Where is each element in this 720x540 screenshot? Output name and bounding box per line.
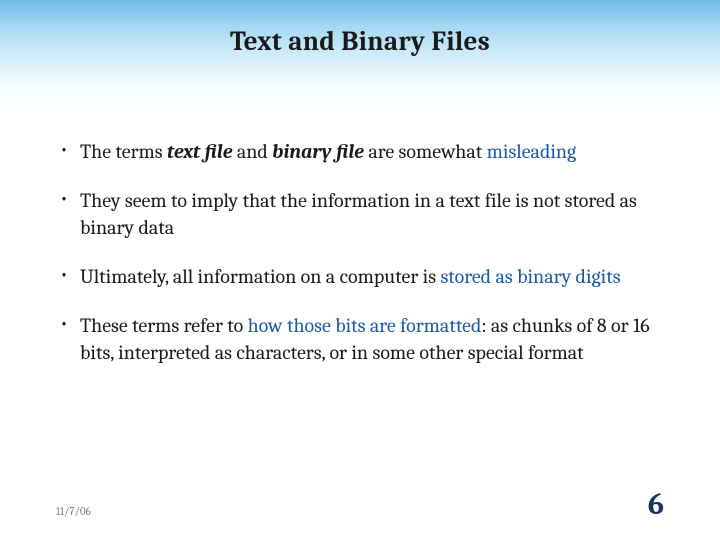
bullet-item: Ultimately, all information on a compute… bbox=[56, 263, 664, 290]
slide-content: The terms text file and binary file are … bbox=[0, 110, 720, 366]
footer-date: 11/7/06 bbox=[56, 505, 91, 518]
emphasis: binary file bbox=[272, 140, 364, 163]
text: and bbox=[232, 140, 272, 163]
bullet-item: The terms text file and binary file are … bbox=[56, 138, 664, 165]
text: These terms refer to bbox=[80, 314, 248, 337]
text: Ultimately, all information on a compute… bbox=[80, 265, 440, 288]
highlight: stored as binary digits bbox=[440, 265, 620, 288]
bullet-item: These terms refer to how those bits are … bbox=[56, 312, 664, 366]
text: They seem to imply that the information … bbox=[80, 189, 637, 239]
highlight: misleading bbox=[487, 140, 577, 163]
bullet-item: They seem to imply that the information … bbox=[56, 187, 664, 241]
highlight: how those bits are formatted bbox=[248, 314, 482, 337]
header-band: Text and Binary Files bbox=[0, 0, 720, 110]
bullet-list: The terms text file and binary file are … bbox=[56, 138, 664, 366]
page-number: 6 bbox=[648, 487, 664, 522]
emphasis: text file bbox=[167, 140, 232, 163]
text: The terms bbox=[80, 140, 167, 163]
footer: 11/7/06 6 bbox=[0, 487, 720, 522]
text: are somewhat bbox=[364, 140, 487, 163]
slide-title: Text and Binary Files bbox=[230, 26, 490, 57]
